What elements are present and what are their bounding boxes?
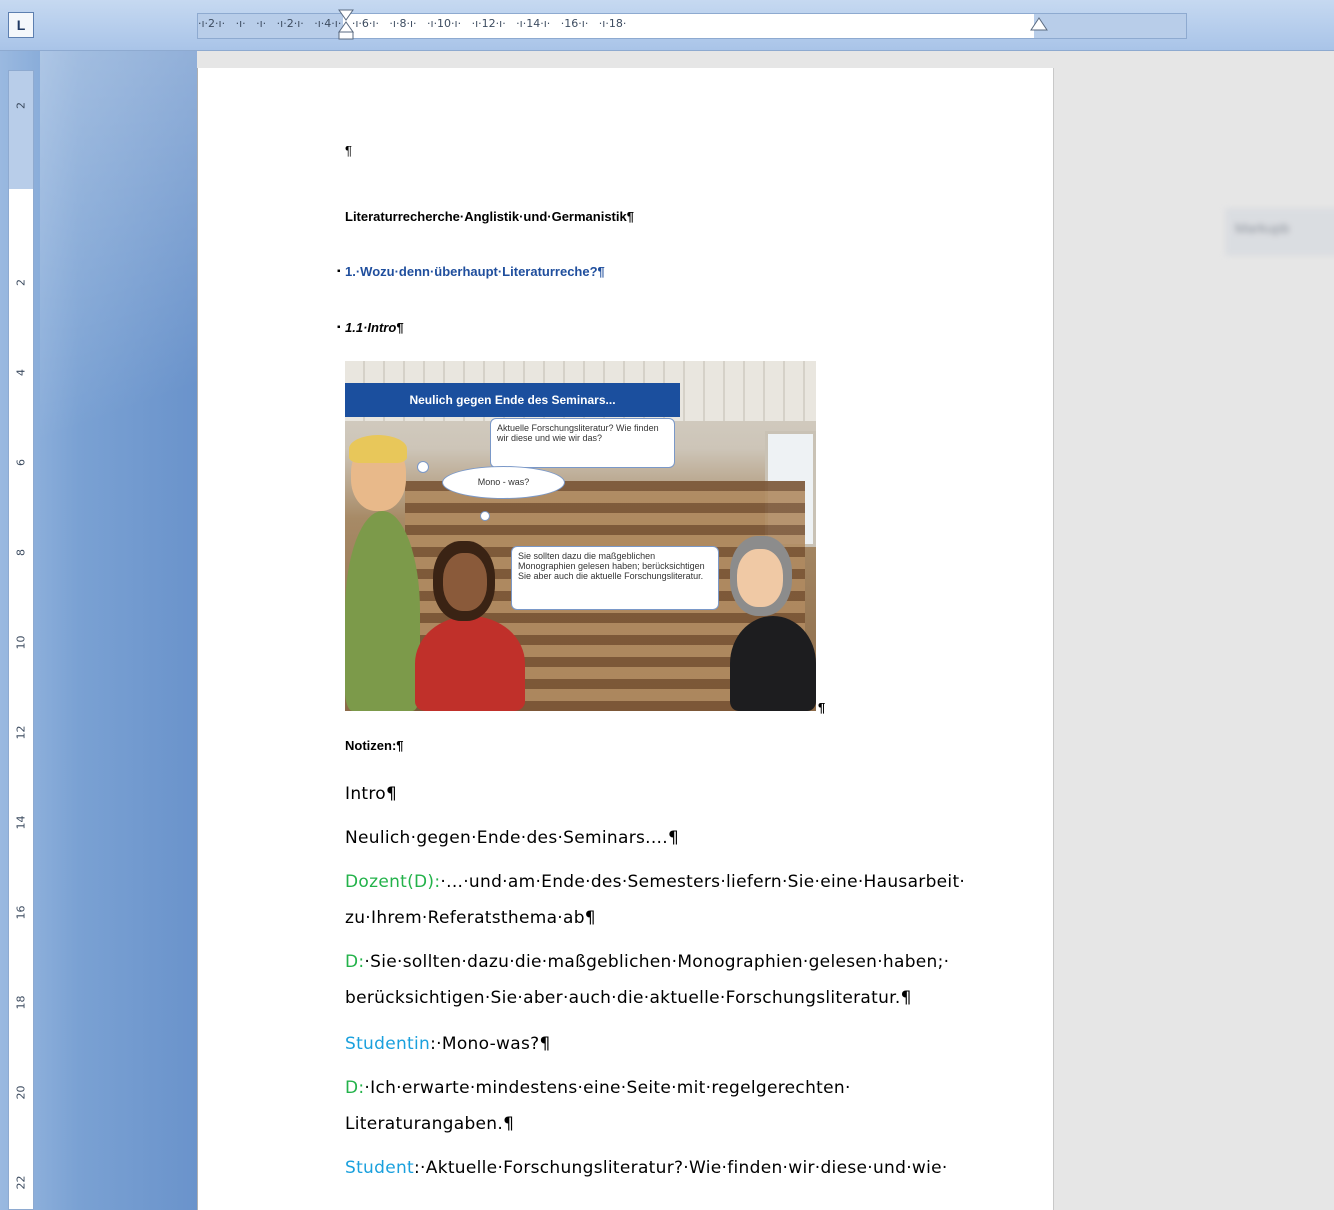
dialogue-line-2[interactable]: D:·Sie·sollten·dazu·die·maßgeblichen·Mon… xyxy=(345,952,949,972)
slide-banner: Neulich gegen Ende des Seminars... xyxy=(345,383,680,417)
ruler-top-margin xyxy=(9,71,33,189)
thought-bubble-studentin: Mono - was? xyxy=(442,466,565,499)
speech-bubble-student: Aktuelle Forschungsliteratur? Wie finden… xyxy=(490,418,675,468)
dozent-head xyxy=(737,549,783,607)
ruler-number: 2 xyxy=(14,102,28,109)
dozent-figure xyxy=(730,616,816,711)
dialogue-line-1[interactable]: Dozent(D):·...·und·am·Ende·des·Semesters… xyxy=(345,872,965,892)
vertical-ruler[interactable]: 2 2 4 6 8 10 12 14 16 18 20 22 xyxy=(8,70,34,1210)
ruler-number: 2 xyxy=(14,279,28,286)
ruler-number: 22 xyxy=(14,1175,28,1190)
right-indent-icon[interactable] xyxy=(1030,16,1048,36)
speaker-d: D: xyxy=(345,952,365,972)
ruler-number: 12 xyxy=(14,725,28,740)
ruler-number: 14 xyxy=(14,815,28,830)
ruler-number: 10 xyxy=(14,635,28,650)
dialogue-text: ·Sie·sollten·dazu·die·maßgeblichen·Monog… xyxy=(364,952,950,972)
thought-dot xyxy=(417,461,429,473)
studentin-figure xyxy=(415,616,525,711)
speaker-studentin: Studentin xyxy=(345,1034,431,1054)
dialogue-line-3[interactable]: Studentin:·Mono-was?¶ xyxy=(345,1034,551,1054)
intro-paragraph[interactable]: Intro¶ xyxy=(345,784,397,804)
neulich-paragraph[interactable]: Neulich·gegen·Ende·des·Seminars....¶ xyxy=(345,828,679,848)
image-paragraph-mark: ¶ xyxy=(818,700,826,715)
markup-pane-label: Markupb xyxy=(1235,220,1290,236)
dialogue-line-5[interactable]: Student:·Aktuelle·Forschungsliteratur?·W… xyxy=(345,1158,948,1178)
thought-dot xyxy=(480,511,490,521)
empty-paragraph[interactable]: ¶ xyxy=(345,143,352,158)
comic-illustration[interactable]: Neulich gegen Ende des Seminars... Aktue… xyxy=(345,361,816,711)
bullet-marker: ▪ xyxy=(337,322,341,333)
document-title[interactable]: Literaturrecherche·Anglistik·und·Germani… xyxy=(345,209,634,224)
first-line-indent-icon[interactable] xyxy=(338,8,354,44)
student-hair xyxy=(349,435,407,463)
ruler-number: 4 xyxy=(14,369,28,376)
dialogue-line-1-continued[interactable]: zu·Ihrem·Referatsthema·ab¶ xyxy=(345,908,596,928)
dialogue-line-2-continued[interactable]: berücksichtigen·Sie·aber·auch·die·aktuel… xyxy=(345,988,912,1008)
ruler-number: 20 xyxy=(14,1085,28,1100)
markup-pane: Markupb xyxy=(1225,208,1334,256)
speaker-student: Student xyxy=(345,1158,415,1178)
heading-1[interactable]: 1.·Wozu·denn·überhaupt·Literaturreche?¶ xyxy=(345,264,605,279)
studentin-head xyxy=(443,553,487,611)
student-figure xyxy=(345,511,420,711)
speech-bubble-dozent: Sie sollten dazu die maßgeblichen Monogr… xyxy=(511,546,719,610)
heading-2[interactable]: 1.1·Intro¶ xyxy=(345,320,404,335)
dialogue-line-4[interactable]: D:·Ich·erwarte·mindestens·eine·Seite·mit… xyxy=(345,1078,851,1098)
dialogue-text: ·...·und·am·Ende·des·Semesters·liefern·S… xyxy=(440,872,966,892)
speaker-d: D: xyxy=(345,1078,365,1098)
ruler-number: 16 xyxy=(14,905,28,920)
ruler-number: 6 xyxy=(14,459,28,466)
ruler-number: 18 xyxy=(14,995,28,1010)
speaker-dozent: Dozent(D): xyxy=(345,872,441,892)
tab-selector-button[interactable]: L xyxy=(8,12,34,38)
dialogue-line-4-continued[interactable]: Literaturangaben.¶ xyxy=(345,1114,514,1134)
dialogue-text: ·Ich·erwarte·mindestens·eine·Seite·mit·r… xyxy=(364,1078,851,1098)
dialogue-text: :·Mono-was?¶ xyxy=(430,1034,551,1054)
ruler-number: 8 xyxy=(14,549,28,556)
dialogue-text: :·Aktuelle·Forschungsliteratur?·Wie·find… xyxy=(414,1158,948,1178)
bullet-marker: ▪ xyxy=(337,266,341,277)
notes-label[interactable]: Notizen:¶ xyxy=(345,738,404,753)
